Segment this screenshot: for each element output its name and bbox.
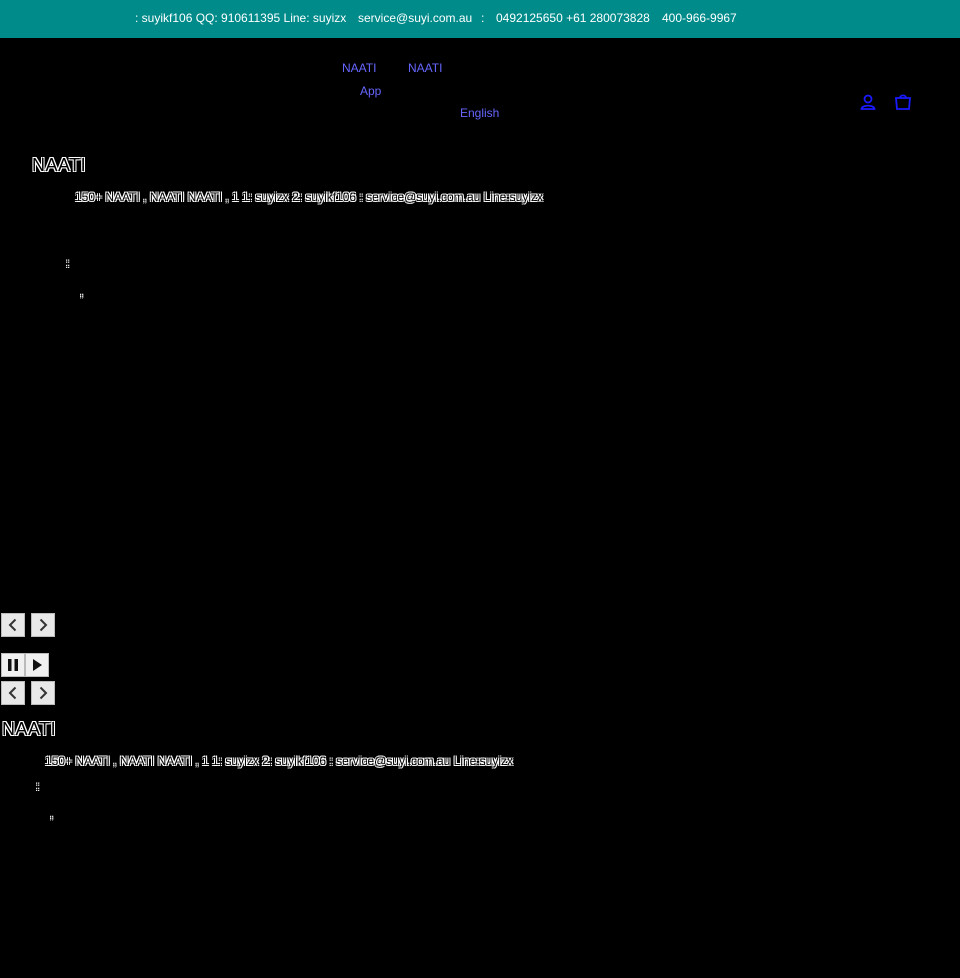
nav-link-english[interactable]: English (460, 106, 499, 120)
slide-description: 150+ NAATI , NAATI NAATI , 1 1: suyizx 2… (45, 754, 514, 768)
account-icon[interactable] (858, 92, 878, 112)
slide-text-line: : (36, 779, 40, 793)
slide-description: 150+ NAATI , NAATI NAATI , 1 1: suyizx 2… (75, 190, 544, 204)
chevron-left-icon (8, 618, 17, 632)
slider-prev-button[interactable] (1, 613, 25, 637)
slide-text-line: : (66, 256, 70, 270)
slider-next-button[interactable] (31, 681, 55, 705)
cart-icon[interactable] (893, 92, 913, 112)
slider-play-button[interactable] (25, 653, 49, 677)
slide-title: NAATI (32, 155, 87, 175)
announcement-bar: : suyikf106 QQ: 910611395 Line: suyizx s… (0, 0, 960, 38)
slider-prev-button[interactable] (1, 681, 25, 705)
nav-link-naati-2[interactable]: NAATI (408, 61, 442, 75)
slide-title: NAATI (2, 719, 57, 739)
contact-email[interactable]: service@suyi.com.au (358, 11, 472, 25)
nav-link-naati-1[interactable]: NAATI (342, 61, 376, 75)
chevron-right-icon (39, 618, 48, 632)
nav-link-app[interactable]: App (360, 84, 381, 98)
slider-pause-button[interactable] (1, 653, 25, 677)
pause-icon (8, 659, 18, 671)
slider-next-button[interactable] (31, 613, 55, 637)
contact-phones[interactable]: 0492125650 +61 280073828 (496, 11, 650, 25)
contact-separator: : (481, 11, 485, 25)
chevron-left-icon (8, 686, 17, 700)
contact-wechat-qq-line: : suyikf106 QQ: 910611395 Line: suyizx (135, 11, 347, 25)
chevron-right-icon (39, 686, 48, 700)
play-icon (33, 659, 42, 671)
contact-hotline[interactable]: 400-966-9967 (662, 11, 737, 25)
slide-text-line: , (80, 285, 84, 299)
slide-text-line: , (50, 807, 54, 821)
